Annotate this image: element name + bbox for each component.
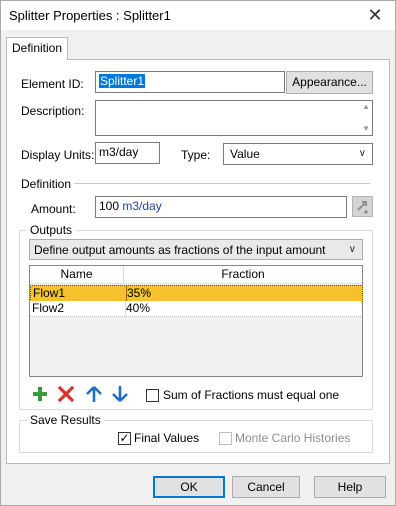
element-id-value: Splitter1 — [99, 74, 146, 88]
help-button[interactable]: Help — [314, 476, 386, 498]
move-down-button[interactable] — [110, 384, 130, 404]
check-icon: ✓ — [119, 431, 130, 445]
column-header-name[interactable]: Name — [30, 266, 124, 283]
x-icon — [57, 385, 75, 403]
final-values-label: Final Values — [134, 431, 200, 445]
description-label: Description: — [21, 104, 85, 118]
output-mode-value: Define output amounts as fractions of th… — [34, 243, 326, 257]
final-values-checkbox[interactable]: ✓ — [118, 432, 131, 445]
row-fraction-cell[interactable]: 40% — [124, 301, 362, 316]
insert-link-icon[interactable] — [352, 196, 373, 217]
type-dropdown[interactable]: Value ∨ — [223, 143, 373, 165]
cancel-button[interactable]: Cancel — [232, 476, 300, 498]
type-label: Type: — [181, 148, 211, 162]
move-up-button[interactable] — [84, 384, 104, 404]
display-units-label: Display Units: — [21, 148, 95, 162]
amount-number: 100 — [99, 199, 120, 213]
display-units-field[interactable]: m3/day — [95, 142, 160, 164]
table-row[interactable]: Flow1 35% — [30, 285, 363, 302]
outputs-table-header: Name Fraction — [30, 266, 362, 284]
definition-section-label: Definition — [21, 177, 72, 191]
save-results-group-label: Save Results — [27, 413, 104, 427]
close-icon[interactable]: ✕ — [363, 4, 387, 26]
plus-icon — [33, 387, 47, 401]
type-value: Value — [230, 147, 260, 161]
row-name-cell[interactable]: Flow1 — [31, 286, 127, 301]
row-fraction-cell[interactable]: 35% — [125, 286, 363, 301]
add-row-button[interactable] — [30, 384, 50, 404]
description-field[interactable]: ▲ ▼ — [95, 100, 373, 136]
element-id-label: Element ID: — [21, 77, 84, 91]
monte-carlo-label: Monte Carlo Histories — [235, 431, 351, 445]
amount-unit: m3/day — [122, 199, 162, 213]
delete-row-button[interactable] — [56, 384, 76, 404]
monte-carlo-checkbox[interactable] — [219, 432, 232, 445]
row-name-cell[interactable]: Flow2 — [30, 301, 126, 316]
amount-label: Amount: — [31, 202, 76, 216]
ok-button[interactable]: OK — [153, 476, 225, 498]
tab-definition-label: Definition — [11, 41, 63, 55]
display-units-value: m3/day — [99, 145, 139, 159]
chevron-down-icon: ∨ — [358, 148, 366, 159]
table-row[interactable]: Flow2 40% — [30, 301, 361, 317]
appearance-button[interactable]: Appearance... — [286, 71, 373, 94]
title-bar: Splitter Properties : Splitter1 ✕ — [0, 0, 396, 30]
outputs-table: Name Fraction Flow1 35% Flow2 40% — [29, 265, 363, 377]
output-mode-dropdown[interactable]: Define output amounts as fractions of th… — [29, 239, 363, 260]
description-scroll-down-icon[interactable]: ▼ — [362, 124, 370, 134]
window-title: Splitter Properties : Splitter1 — [9, 8, 171, 23]
sum-fractions-label: Sum of Fractions must equal one — [163, 388, 340, 402]
tab-definition[interactable]: Definition — [6, 37, 68, 60]
description-scroll-up-icon[interactable]: ▲ — [362, 102, 370, 112]
amount-field[interactable]: 100 m3/day — [95, 196, 347, 218]
arrow-up-icon — [86, 386, 102, 402]
sum-fractions-checkbox[interactable] — [146, 389, 159, 402]
element-id-field[interactable]: Splitter1 — [95, 71, 285, 93]
column-header-fraction[interactable]: Fraction — [124, 266, 362, 283]
outputs-group-label: Outputs — [27, 223, 76, 237]
chevron-down-icon: ∨ — [348, 244, 356, 255]
definition-separator — [74, 183, 370, 184]
arrow-down-icon — [112, 386, 128, 402]
insert-link-icon-graphic — [357, 201, 368, 214]
